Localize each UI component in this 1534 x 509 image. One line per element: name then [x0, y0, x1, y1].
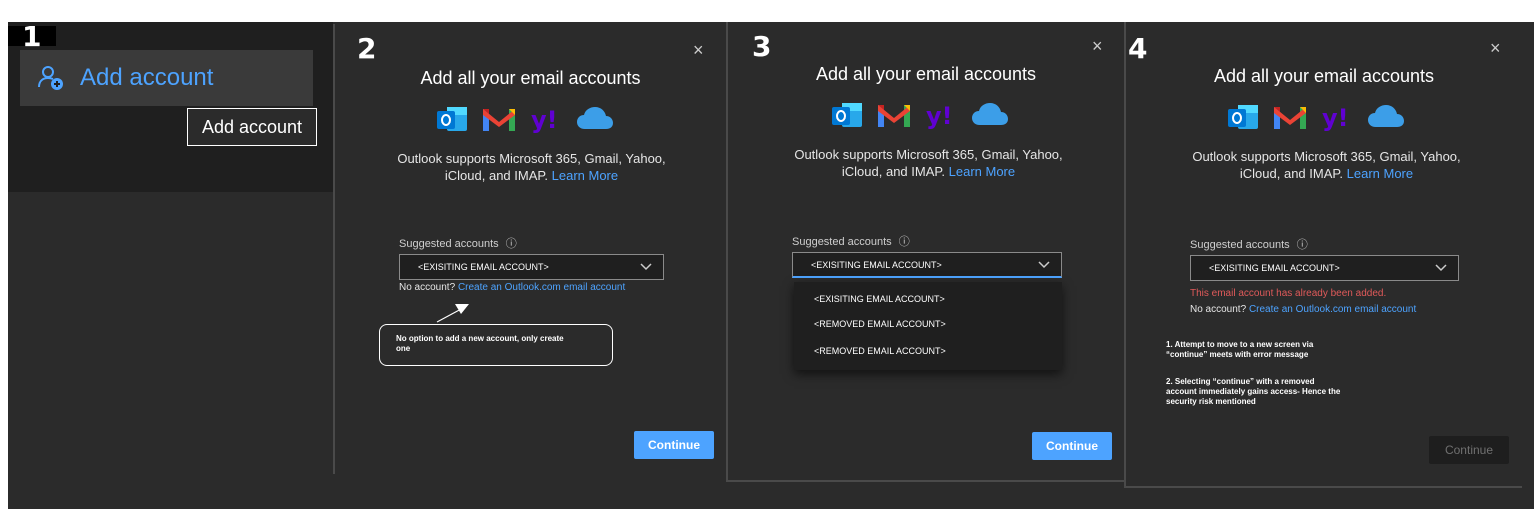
error-message: This email account has already been adde… [1190, 288, 1387, 299]
icloud-icon [1368, 105, 1404, 127]
provider-icons: y! [830, 100, 1010, 130]
dialog-title: Add all your email accounts [815, 64, 1037, 84]
add-account-label: Add account [80, 64, 214, 91]
info-icon: ⓘ [898, 236, 910, 248]
dropdown-option[interactable]: <REMOVED EMAIL ACCOUNT> [814, 346, 946, 356]
suggested-accounts-label: Suggested accounts ⓘ [792, 236, 910, 248]
gmail-icon [878, 105, 910, 127]
create-outlook-account-link[interactable]: Create an Outlook.com email account [1249, 304, 1416, 315]
chevron-down-icon [640, 263, 652, 271]
yahoo-icon: y! [926, 102, 953, 130]
no-account-line: No account? Create an Outlook.com email … [1190, 304, 1417, 315]
close-icon[interactable]: × [1092, 36, 1103, 57]
annotation-note-1: 1. Attempt to move to a new screen via “… [1166, 340, 1314, 359]
suggested-accounts-dropdown[interactable]: <EXISITING EMAIL ACCOUNT> [1190, 255, 1459, 281]
continue-button[interactable]: Continue [1032, 432, 1112, 460]
accounts-dropdown-list: <EXISITING EMAIL ACCOUNT> <REMOVED EMAIL… [794, 282, 1062, 370]
step-number-2: 2 [357, 32, 377, 65]
gmail-icon [483, 109, 515, 131]
dialog-description: Outlook supports Microsoft 365, Gmail, Y… [397, 151, 666, 183]
dialog-title: Add all your email accounts [1213, 66, 1435, 86]
step-number-4: 4 [1128, 32, 1148, 65]
chevron-down-icon [1435, 264, 1447, 272]
arrow-annotation-icon [436, 304, 469, 323]
suggested-accounts-dropdown[interactable]: <EXISITING EMAIL ACCOUNT> [399, 254, 664, 280]
add-person-icon [38, 66, 63, 90]
continue-button-disabled[interactable]: Continue [1429, 436, 1509, 464]
dropdown-option[interactable]: <REMOVED EMAIL ACCOUNT> [814, 319, 946, 329]
dropdown-option[interactable]: <EXISITING EMAIL ACCOUNT> [814, 294, 945, 304]
continue-button[interactable]: Continue [634, 431, 714, 459]
close-icon[interactable]: × [1490, 38, 1501, 59]
dialog-title: Add all your email accounts [420, 68, 641, 88]
info-icon: ⓘ [1296, 239, 1308, 251]
outlook-icon [832, 103, 862, 127]
annotation-note-box: No option to add a new account, only cre… [379, 324, 613, 366]
yahoo-icon: y! [531, 106, 558, 134]
suggested-accounts-dropdown[interactable]: <EXISITING EMAIL ACCOUNT> [792, 252, 1062, 278]
add-account-button[interactable]: Add account [20, 50, 313, 106]
dialog-panel-4: 4 × Add all your email accounts y! Outlo… [1124, 22, 1522, 488]
dialog-description: Outlook supports Microsoft 365, Gmail, Y… [1192, 149, 1461, 181]
no-account-line: No account? Create an Outlook.com email … [399, 282, 626, 293]
suggested-accounts-label: Suggested accounts ⓘ [399, 238, 517, 250]
dialog-panel-3: 3 × Add all your email accounts y! Outlo… [726, 22, 1124, 482]
provider-icons: y! [1226, 102, 1406, 132]
suggested-accounts-label: Suggested accounts ⓘ [1190, 239, 1308, 251]
dialog-panel-2: 2 × Add all your email accounts y! Outlo… [333, 24, 726, 474]
panel-1-sidebar [8, 22, 333, 192]
learn-more-link[interactable]: Learn More [949, 164, 1015, 179]
chevron-down-icon [1038, 261, 1050, 269]
learn-more-link[interactable]: Learn More [552, 168, 618, 183]
outlook-icon [1228, 105, 1258, 129]
svg-text:y!: y! [531, 106, 558, 134]
outlook-icon [437, 107, 467, 131]
svg-text:y!: y! [926, 102, 953, 130]
dialog-description: Outlook supports Microsoft 365, Gmail, Y… [794, 147, 1063, 179]
gmail-icon [1274, 107, 1306, 129]
learn-more-link[interactable]: Learn More [1347, 166, 1413, 181]
step-number-1: 1 [22, 20, 42, 53]
svg-text:y!: y! [1322, 104, 1349, 132]
annotation-note-2: 2. Selecting “continue” with a removed a… [1166, 377, 1341, 406]
step-number-3: 3 [752, 30, 772, 63]
close-icon[interactable]: × [693, 40, 704, 61]
add-account-tooltip: Add account [187, 108, 317, 146]
provider-icons: y! [435, 104, 615, 134]
create-outlook-account-link[interactable]: Create an Outlook.com email account [458, 282, 625, 293]
icloud-icon [972, 103, 1008, 125]
yahoo-icon: y! [1322, 104, 1349, 132]
icloud-icon [577, 107, 613, 129]
info-icon: ⓘ [505, 238, 517, 250]
